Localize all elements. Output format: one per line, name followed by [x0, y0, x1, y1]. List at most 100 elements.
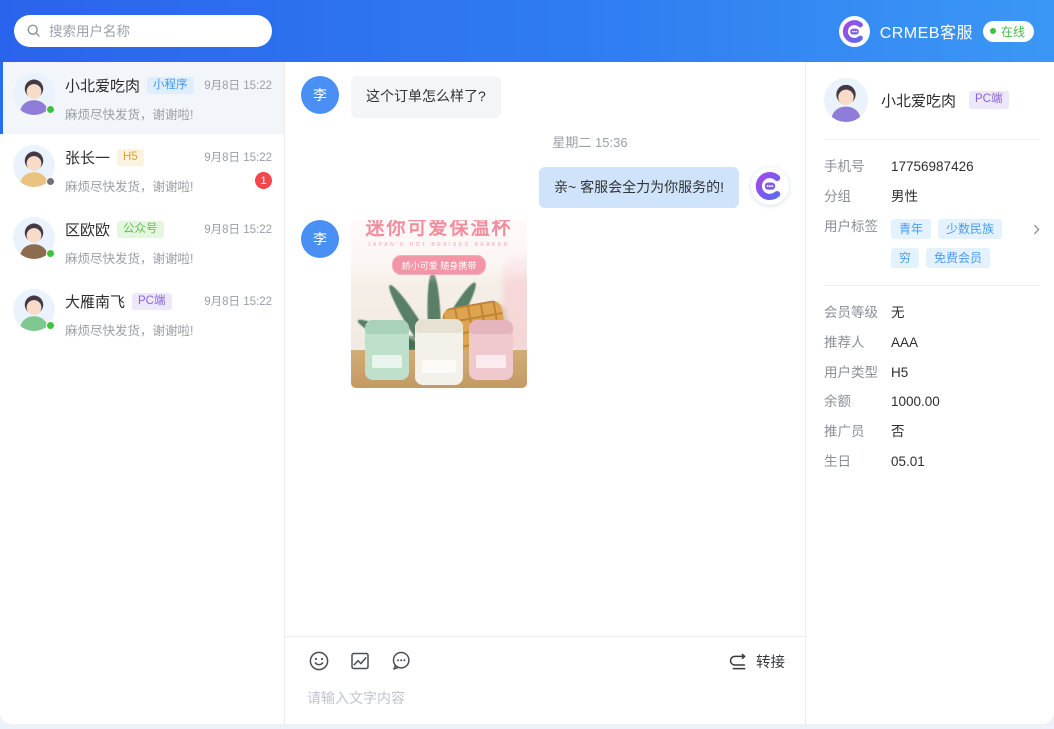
product-image-subtitle: JAPAN'S HOT BRAISED BEAKER [368, 242, 510, 248]
transfer-label: 转接 [756, 651, 785, 672]
field-label: 推广员 [824, 424, 879, 441]
profile-row: 用户类型 H5 [824, 365, 1044, 382]
peer-avatar: 李 [301, 76, 339, 114]
message-input[interactable] [307, 673, 785, 724]
image-upload-button[interactable] [348, 649, 372, 673]
profile-row: 会员等级 无 [824, 305, 1044, 322]
avatar [13, 145, 55, 187]
thermos-cup-graphic [469, 320, 513, 380]
field-label: 手机号 [824, 159, 879, 176]
message-bubble: 亲~ 客服会全力为你服务的! [539, 167, 739, 209]
field-value: AAA [891, 335, 918, 352]
product-image-tag: 娇小可爱 随身携带 [392, 255, 487, 275]
transfer-button[interactable]: 转接 [726, 650, 785, 672]
conversation-time: 9月8日 15:22 [204, 77, 272, 93]
conversation-time: 9月8日 15:22 [204, 293, 272, 309]
thermos-cup-graphic [365, 320, 409, 380]
conversation-preview: 麻烦尽快发货，谢谢啦! [65, 248, 194, 267]
conversation-name: 小北爱吃肉 [65, 75, 140, 96]
field-label: 用户标签 [824, 219, 879, 236]
field-value: 17756987426 [891, 159, 974, 176]
agent-avatar-icon [751, 167, 789, 205]
topbar: CRMEB客服 在线 [0, 0, 1054, 62]
avatar [13, 73, 55, 115]
divider [824, 139, 1040, 140]
channel-badge: PC端 [132, 293, 171, 311]
conversation-item[interactable]: 小北爱吃肉 小程序 麻烦尽快发货，谢谢啦! 9月8日 15:22 [0, 62, 284, 134]
conversation-name: 张长一 [65, 147, 110, 168]
online-status-badge: 在线 [983, 21, 1034, 42]
transfer-icon [726, 650, 748, 672]
chevron-right-icon[interactable] [1029, 222, 1044, 237]
conversation-preview: 麻烦尽快发货，谢谢啦! [65, 104, 194, 123]
profile-row: 手机号 17756987426 [824, 159, 1044, 176]
emoji-button[interactable] [307, 649, 331, 673]
user-tag: 穷 [891, 248, 919, 268]
product-image-title: 迷你可爱保温杯 [365, 220, 512, 240]
conversation-preview: 麻烦尽快发货，谢谢啦! [65, 176, 194, 195]
product-image-header: 迷你可爱保温杯 JAPAN'S HOT BRAISED BEAKER 娇小可爱 … [351, 220, 527, 284]
profile-name: 小北爱吃肉 [881, 90, 956, 111]
image-upload-icon [348, 649, 372, 673]
conversation-item[interactable]: 大雁南飞 PC端 麻烦尽快发货，谢谢啦! 9月8日 15:22 [0, 278, 284, 350]
field-value: H5 [891, 365, 908, 382]
channel-badge: H5 [117, 149, 144, 167]
conversation-time: 9月8日 15:22 [204, 221, 272, 237]
incoming-image-message: 李 [301, 220, 789, 388]
search-box[interactable] [14, 15, 272, 47]
profile-row: 推荐人 AAA [824, 335, 1044, 352]
outgoing-message: 亲~ 客服会全力为你服务的! [301, 167, 789, 209]
field-label: 余额 [824, 394, 879, 411]
avatar [13, 217, 55, 259]
emoji-icon [307, 649, 331, 673]
user-tag: 免费会员 [926, 248, 990, 268]
conversation-name: 区欧欧 [65, 219, 110, 240]
avatar [13, 289, 55, 331]
search-icon [26, 23, 42, 39]
profile-row: 分组 男性 [824, 189, 1044, 206]
conversation-item[interactable]: 区欧欧 公众号 麻烦尽快发货，谢谢啦! 9月8日 15:22 [0, 206, 284, 278]
field-value: 无 [891, 305, 905, 322]
profile-header: 小北爱吃肉 PC端 [824, 78, 1044, 122]
field-value: 1000.00 [891, 394, 940, 411]
product-image-message[interactable]: 迷你可爱保温杯 JAPAN'S HOT BRAISED BEAKER 娇小可爱 … [351, 220, 527, 388]
chat-panel: 李 这个订单怎么样了? 星期二 15:36 亲~ 客服会全力为你服务的! 李 [285, 62, 805, 724]
brand-logo-icon [839, 16, 870, 47]
crmeb-service-window: CRMEB客服 在线 小北爱吃肉 小程序 麻烦尽快发货，谢谢啦! [0, 0, 1054, 724]
channel-badge: 公众号 [117, 221, 164, 239]
conversation-time: 9月8日 15:22 [204, 149, 272, 165]
profile-panel: 小北爱吃肉 PC端 手机号 17756987426 分组 男性 用户标签 青年 … [805, 62, 1054, 724]
field-label: 会员等级 [824, 305, 879, 322]
user-avatar-icon [824, 78, 868, 122]
user-tag: 青年 [891, 219, 931, 239]
user-tags: 青年 少数民族 穷 免费会员 [891, 219, 1027, 268]
field-label: 分组 [824, 189, 879, 206]
channel-badge: PC端 [969, 91, 1008, 109]
brand-name: CRMEB客服 [880, 19, 973, 43]
field-label: 推荐人 [824, 335, 879, 352]
field-value: 男性 [891, 189, 918, 206]
unread-badge: 1 [255, 172, 272, 189]
conversation-preview: 麻烦尽快发货，谢谢啦! [65, 320, 194, 339]
brand-area: CRMEB客服 在线 [839, 16, 1034, 47]
conversation-name: 大雁南飞 [65, 291, 125, 312]
conversation-item[interactable]: 张长一 H5 麻烦尽快发货，谢谢啦! 9月8日 15:22 1 [0, 134, 284, 206]
search-input[interactable] [49, 24, 260, 39]
online-dot [46, 105, 55, 114]
message-list: 李 这个订单怎么样了? 星期二 15:36 亲~ 客服会全力为你服务的! 李 [285, 62, 805, 636]
offline-dot [46, 177, 55, 186]
field-label: 生日 [824, 454, 879, 471]
composer-toolbar: 转接 [307, 649, 785, 673]
online-dot [46, 321, 55, 330]
message-bubble: 这个订单怎么样了? [351, 76, 501, 118]
quick-reply-icon [389, 649, 413, 673]
online-dot [46, 249, 55, 258]
field-label: 用户类型 [824, 365, 879, 382]
profile-row: 生日 05.01 [824, 454, 1044, 471]
field-value: 05.01 [891, 454, 925, 471]
peer-avatar: 李 [301, 220, 339, 258]
profile-row: 推广员 否 [824, 424, 1044, 441]
user-tags-row: 用户标签 青年 少数民族 穷 免费会员 [824, 219, 1044, 268]
divider [824, 285, 1040, 286]
quick-reply-button[interactable] [389, 649, 413, 673]
